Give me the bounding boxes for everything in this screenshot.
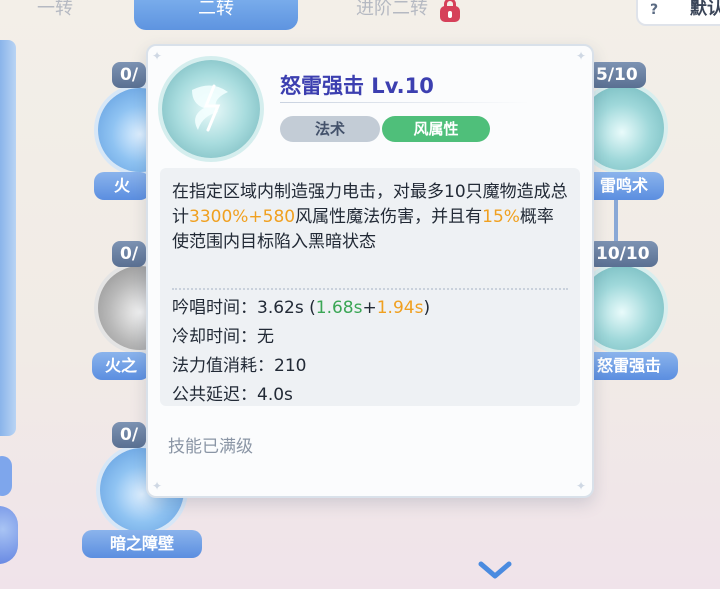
- skill-type-tag: 法术: [280, 116, 380, 142]
- skill-name-pill: 火之: [92, 352, 150, 380]
- skill-name-pill: 雷鸣术: [584, 172, 664, 200]
- default-preset-button[interactable]: ? 默认: [636, 0, 720, 26]
- skill-detail-tooltip: ✦ ✦ ✦ ✦ 怒雷强击 Lv.10 法术 风属性 在指定区域内制造强力电击，对…: [146, 44, 594, 498]
- corner-ornament: ✦: [576, 49, 587, 63]
- lock-icon: [438, 0, 462, 22]
- thunder-strike-icon: [162, 60, 260, 158]
- global-delay-stat: 公共延迟：4.0s: [172, 385, 293, 405]
- skill-element-tag: 风属性: [382, 116, 490, 142]
- side-action-button[interactable]: [0, 506, 18, 564]
- skill-name-pill: 怒雷强击: [580, 352, 678, 380]
- side-scroll-bar[interactable]: [0, 40, 16, 436]
- chevron-down-icon[interactable]: [478, 560, 512, 582]
- title-underline: [280, 102, 530, 103]
- cooldown-stat: 冷却时间：无: [172, 327, 274, 347]
- skill-level-badge: 0/: [112, 241, 147, 267]
- skill-name-pill: 暗之障壁: [82, 530, 202, 558]
- tab-first-job[interactable]: 一转: [0, 0, 110, 30]
- skill-description: 在指定区域内制造强力电击，对最多10只魔物造成总计3300%+580风属性魔法伤…: [172, 182, 568, 252]
- skill-level-badge: 5/10: [588, 62, 646, 88]
- skill-name-pill: 火: [94, 172, 150, 200]
- description-divider: [172, 288, 568, 290]
- tab-advanced-label: 进阶二转: [356, 0, 428, 19]
- class-tab-bar: 一转 二转 进阶二转: [0, 0, 480, 30]
- skill-level-badge: 0/: [112, 422, 147, 448]
- corner-ornament: ✦: [152, 479, 163, 493]
- skill-description-box: 在指定区域内制造强力电击，对最多10只魔物造成总计3300%+580风属性魔法伤…: [160, 168, 580, 406]
- skill-level-badge: 0/: [112, 62, 147, 88]
- side-expand-handle[interactable]: [0, 456, 12, 496]
- tab-second-job[interactable]: 二转: [134, 0, 298, 30]
- skill-stats: 吟唱时间：3.62s (1.68s+1.94s) 冷却时间：无 法力值消耗：21…: [172, 294, 568, 410]
- skill-max-status: 技能已满级: [168, 437, 253, 457]
- skill-level-badge: 10/10: [588, 241, 658, 267]
- mana-cost-stat: 法力值消耗：210: [172, 356, 307, 376]
- help-icon: ?: [650, 2, 659, 18]
- skill-title: 怒雷强击 Lv.10: [280, 74, 434, 98]
- corner-ornament: ✦: [576, 479, 587, 493]
- skill-connector-line: [614, 196, 618, 244]
- cast-time-stat: 吟唱时间：3.62s (1.68s+1.94s): [172, 298, 431, 318]
- default-preset-label: 默认: [690, 0, 720, 19]
